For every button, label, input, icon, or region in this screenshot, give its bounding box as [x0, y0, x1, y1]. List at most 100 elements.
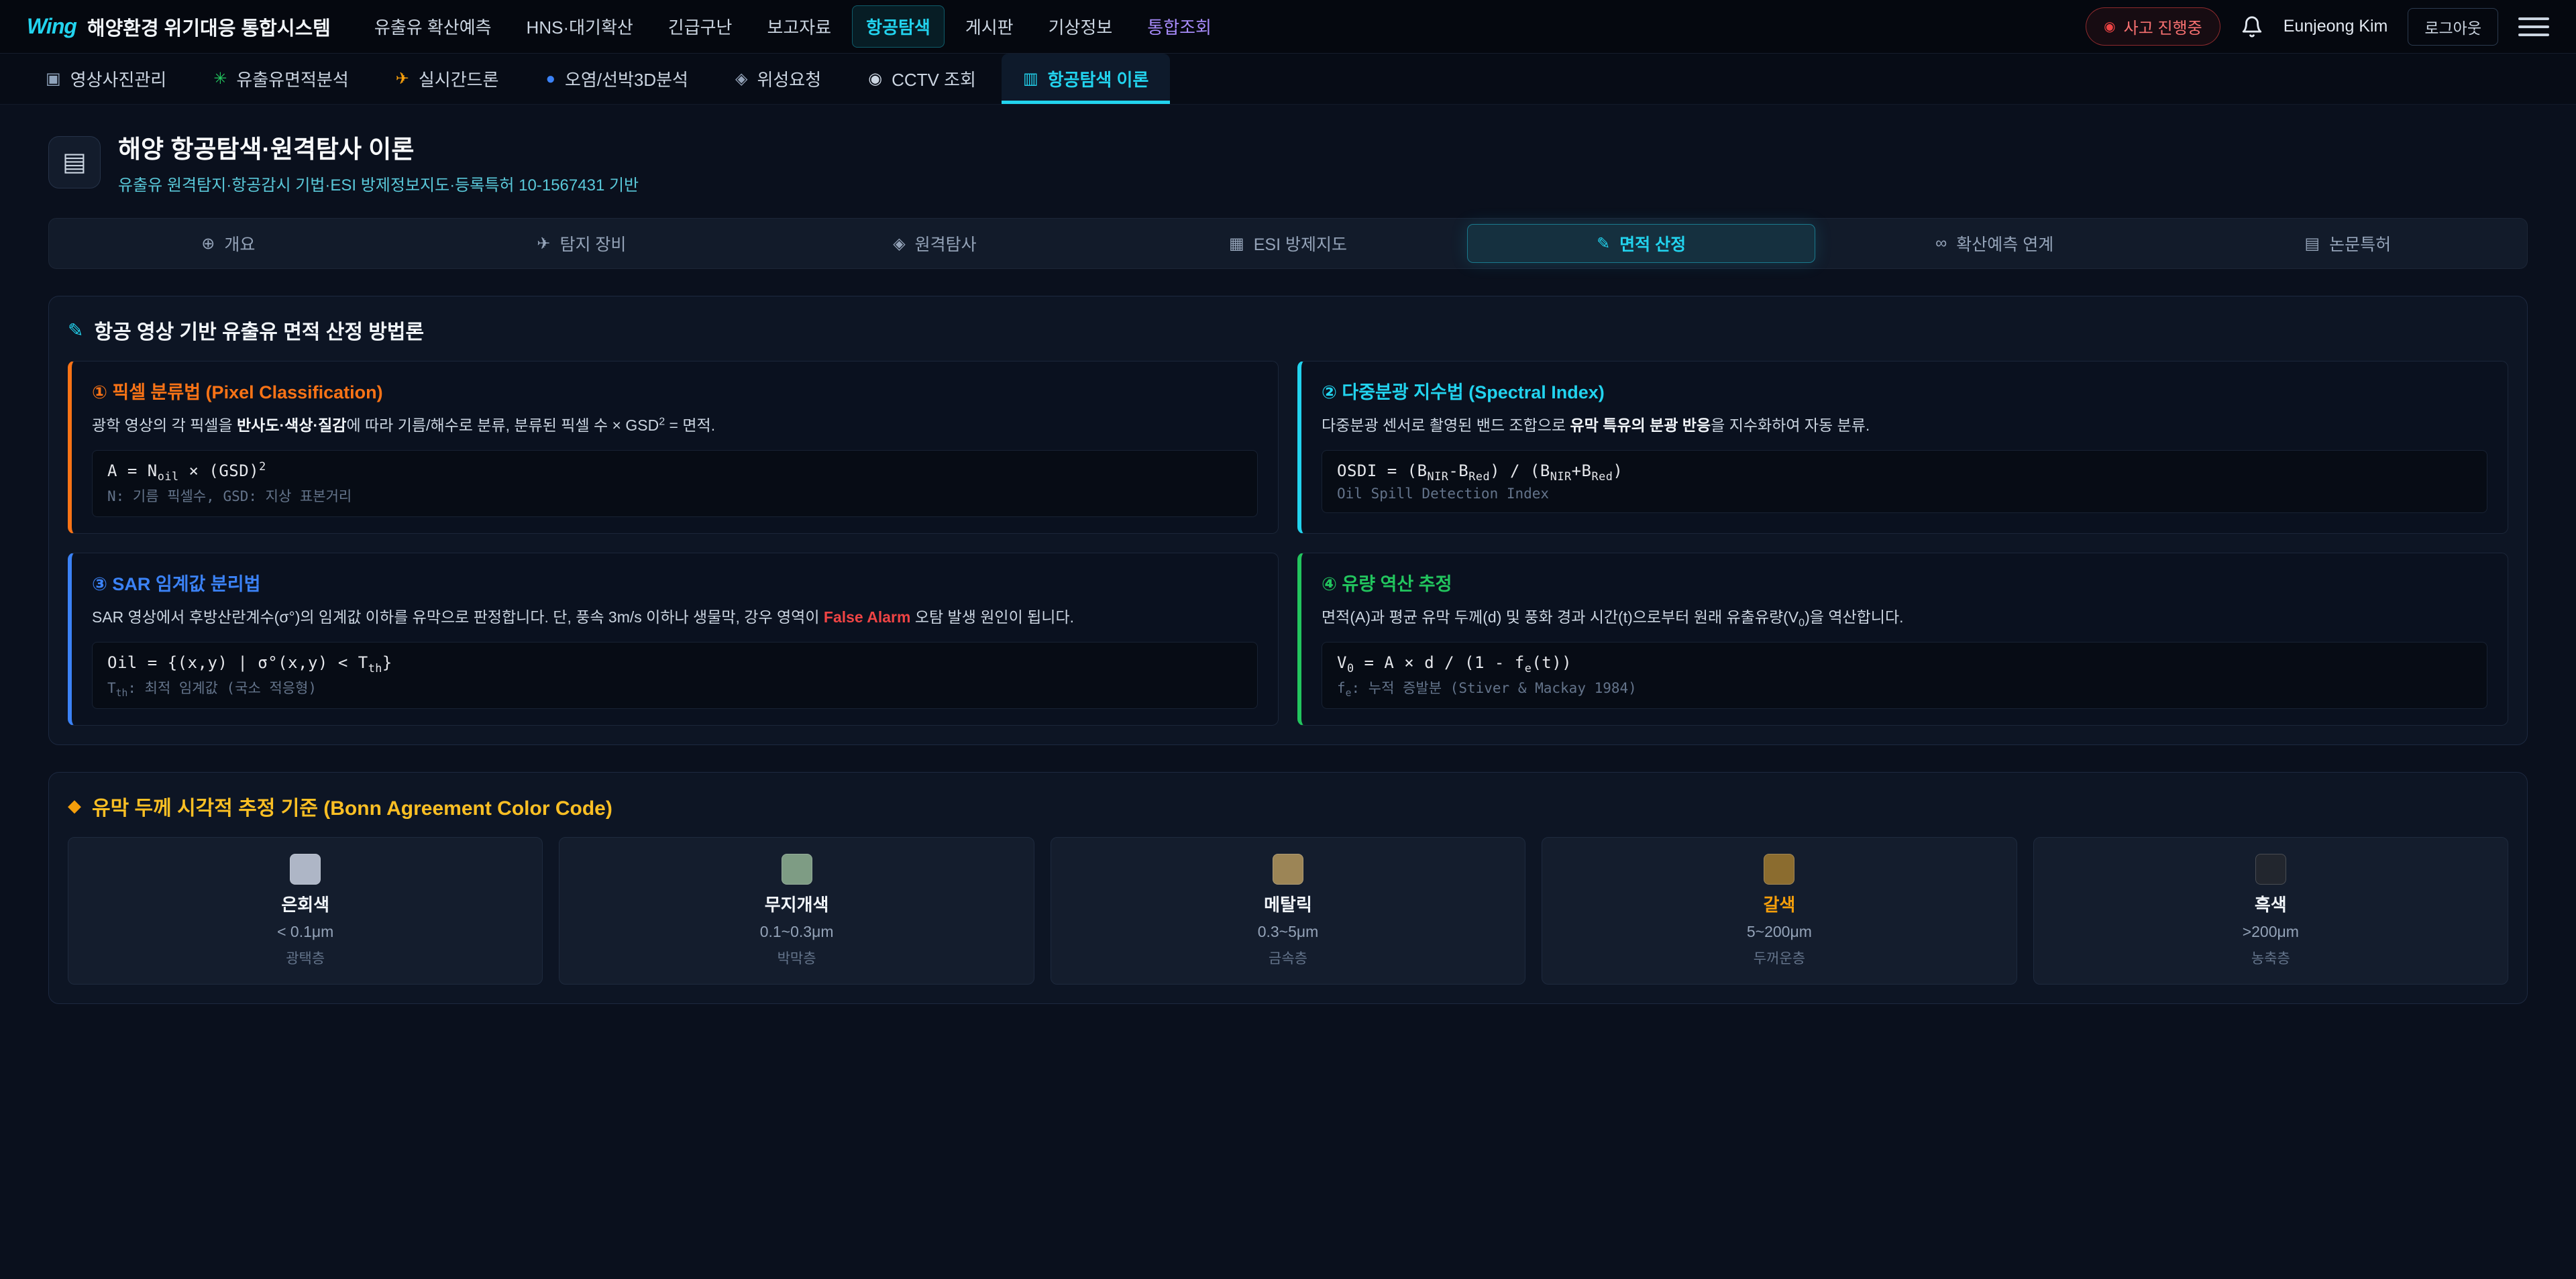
formula-block: Oil = {(x,y) | σ°(x,y) < Tth} Tth: 최적 임계…: [92, 642, 1258, 709]
user-name: Eunjeong Kim: [2284, 17, 2388, 36]
subnav-tabs: ▣ 영상사진관리 ✳ 유출유면적분석 ✈ 실시간드론 ●오염/선박3D분석 ◈ 위성요청 ◉ CCT…: [0, 54, 2576, 105]
report-icon: ▤: [48, 136, 101, 188]
section-tab[interactable]: ◈원격탐사: [761, 224, 1109, 263]
formula-block: V0 = A × d / (1 - fe(t)) fe: 누적 증발분 (Sti…: [1322, 642, 2487, 709]
color-swatch: [2255, 854, 2286, 885]
thickness-range: 0.3~5μm: [1258, 923, 1319, 941]
topnav-item[interactable]: 통합조회: [1133, 5, 1226, 48]
method-card-description: 면적(A)과 평균 유막 두께(d) 및 풍화 경과 시간(t)으로부터 원래 …: [1322, 605, 2487, 630]
method-grid: ① 픽셀 분류법 (Pixel Classification) 광학 영상의 각…: [68, 361, 2508, 726]
methodology-title-text: 항공 영상 기반 유출유 면적 산정 방법론: [94, 315, 424, 345]
oil-area-icon: ✳: [213, 69, 227, 89]
cctv-icon: ◉: [868, 69, 882, 89]
subnav-tab-label: 실시간드론: [419, 66, 499, 91]
section-tab[interactable]: ∞ 확산예측 연계: [1821, 224, 2169, 263]
subnav-tab[interactable]: ▣ 영상사진관리: [24, 54, 188, 104]
subnav-tab[interactable]: ◈ 위성요청: [714, 54, 843, 104]
bonn-section: ◆ 유막 두께 시각적 추정 기준 (Bonn Agreement Color …: [48, 772, 2528, 1004]
formula-note: N: 기름 픽셀수, GSD: 지상 표본거리: [107, 486, 1242, 506]
link-icon: ∞: [1935, 234, 1947, 253]
thickness-range: < 0.1μm: [277, 923, 333, 941]
subnav-tab[interactable]: ✳ 유출유면적분석: [192, 54, 370, 104]
logout-button[interactable]: 로그아웃: [2408, 8, 2498, 46]
topnav-item[interactable]: 기상정보: [1034, 5, 1127, 48]
section-tab-label: 원격탐사: [915, 231, 977, 256]
color-swatch: [1273, 854, 1303, 885]
methodology-title: ✎ 항공 영상 기반 유출유 면적 산정 방법론: [68, 315, 2508, 345]
main-content: ▤ 해양 항공탐색·원격탐사 이론 유출유 원격탐지·항공감시 기법·ESI 방…: [0, 105, 2576, 1004]
section-tab-label: ESI 방제지도: [1254, 231, 1347, 256]
map-icon: ▦: [1229, 234, 1244, 254]
notification-bell-icon[interactable]: [2241, 15, 2263, 38]
drone-icon: ✈: [396, 69, 409, 89]
thickness-layer: 금속층: [1269, 948, 1307, 968]
thickness-card: 메탈릭 0.3~5μm 금속층: [1051, 837, 1525, 985]
brand[interactable]: Wing 해양환경 위기대응 통합시스템: [27, 13, 331, 41]
topnav-item[interactable]: 보고자료: [753, 5, 845, 48]
subnav-tab[interactable]: ✈ 실시간드론: [374, 54, 521, 104]
method-card-title: ④ 유량 역산 추정: [1322, 569, 2487, 596]
method-card-title: ① 픽셀 분류법 (Pixel Classification): [92, 378, 1258, 404]
thickness-range: >200μm: [2243, 923, 2299, 941]
subnav-tab-label: CCTV 조회: [892, 66, 976, 91]
section-tab-label: 개요: [224, 231, 255, 256]
bonn-title: ◆ 유막 두께 시각적 추정 기준 (Bonn Agreement Color …: [68, 791, 2508, 821]
theory-chart-icon: ▥: [1023, 69, 1038, 89]
topnav-item[interactable]: HNS·대기확산: [513, 5, 647, 48]
paper-icon: ▤: [2304, 234, 2320, 254]
thickness-card: 무지개색 0.1~0.3μm 박막층: [559, 837, 1034, 985]
topnav-right: ◉ 사고 진행중 Eunjeong Kim 로그아웃: [2086, 7, 2549, 46]
thickness-name: 은회색: [281, 891, 329, 916]
topnav-item[interactable]: 게시판: [951, 5, 1028, 48]
app-logo: Wing: [27, 14, 76, 39]
topnav-menu: 유출유 확산예측HNS·대기확산긴급구난보고자료항공탐색게시판기상정보통합조회: [360, 5, 2056, 48]
thickness-layer: 농축층: [2251, 948, 2290, 968]
subnav-tab-label: 오염/선박3D분석: [565, 66, 688, 91]
hamburger-menu-icon[interactable]: [2518, 13, 2549, 40]
formula-text: A = Noil × (GSD)2: [107, 461, 1242, 480]
section-tabs: ⊕ 개요 ✈탐지 장비◈원격탐사 ▦ ESI 방제지도 ✎면적 산정 ∞ 확산예측 연계 ▤ 논문…: [48, 218, 2528, 269]
subnav-tab[interactable]: ◉ CCTV 조회: [847, 54, 998, 104]
page-subtitle: 유출유 원격탐지·항공감시 기법·ESI 방제정보지도·등록특허 10-1567…: [118, 172, 639, 195]
section-tab[interactable]: ✎면적 산정: [1467, 224, 1815, 263]
section-tab[interactable]: ▦ ESI 방제지도: [1114, 224, 1462, 263]
formula-note: Oil Spill Detection Index: [1337, 486, 2472, 502]
formula-block: OSDI = (BNIR-BRed) / (BNIR+BRed) Oil Spi…: [1322, 450, 2487, 513]
method-card: ② 다중분광 지수법 (Spectral Index) 다중분광 센서로 촬영된…: [1297, 361, 2508, 534]
image-gallery-icon: ▣: [46, 69, 61, 89]
methodology-section: ✎ 항공 영상 기반 유출유 면적 산정 방법론 ① 픽셀 분류법 (Pixel…: [48, 296, 2528, 745]
subnav-tab-label: 위성요청: [757, 66, 821, 91]
pencil-icon: ✎: [68, 319, 83, 341]
globe-icon: ⊕: [201, 234, 215, 254]
section-tab-label: 확산예측 연계: [1956, 231, 2053, 256]
section-tab-label: 논문특허: [2329, 231, 2391, 256]
method-card-description: 다중분광 센서로 촬영된 밴드 조합으로 유막 특유의 분광 반응을 지수화하여…: [1322, 413, 2487, 438]
section-tab[interactable]: ⊕ 개요: [54, 224, 402, 263]
subnav-tab[interactable]: ●오염/선박3D분석: [525, 54, 710, 104]
formula-text: OSDI = (BNIR-BRed) / (BNIR+BRed): [1337, 461, 2472, 480]
subnav-tab[interactable]: ▥ 항공탐색 이론: [1002, 54, 1170, 104]
thickness-card: 은회색 < 0.1μm 광택층: [68, 837, 543, 985]
incident-status-badge[interactable]: ◉ 사고 진행중: [2086, 7, 2220, 46]
page-header-text: 해양 항공탐색·원격탐사 이론 유출유 원격탐지·항공감시 기법·ESI 방제정…: [118, 129, 639, 195]
satellite-icon: ◈: [735, 69, 747, 89]
method-card: ① 픽셀 분류법 (Pixel Classification) 광학 영상의 각…: [68, 361, 1279, 534]
thickness-card: 흑색 >200μm 농축층: [2033, 837, 2508, 985]
topnav-item[interactable]: 항공탐색: [852, 5, 945, 48]
thickness-name: 갈색: [1763, 891, 1795, 916]
section-tab[interactable]: ▤ 논문특허: [2174, 224, 2522, 263]
section-tab-label: 면적 산정: [1619, 231, 1686, 256]
color-swatch: [782, 854, 812, 885]
formula-text: Oil = {(x,y) | σ°(x,y) < Tth}: [107, 653, 1242, 672]
thickness-range: 5~200μm: [1747, 923, 1812, 941]
topnav-item[interactable]: 유출유 확산예측: [360, 5, 506, 48]
incident-alert-icon: ◉: [2104, 18, 2115, 35]
subnav-tab-label: 영상사진관리: [70, 66, 167, 91]
section-tab[interactable]: ✈탐지 장비: [408, 224, 756, 263]
subnav-tab-label: 항공탐색 이론: [1048, 66, 1149, 91]
topnav-item[interactable]: 긴급구난: [654, 5, 747, 48]
method-card-title: ③ SAR 임계값 분리법: [92, 569, 1258, 596]
formula-text: V0 = A × d / (1 - fe(t)): [1337, 653, 2472, 672]
subnav-tab-label: 유출유면적분석: [236, 66, 348, 91]
thickness-layer: 두꺼운층: [1754, 948, 1805, 968]
